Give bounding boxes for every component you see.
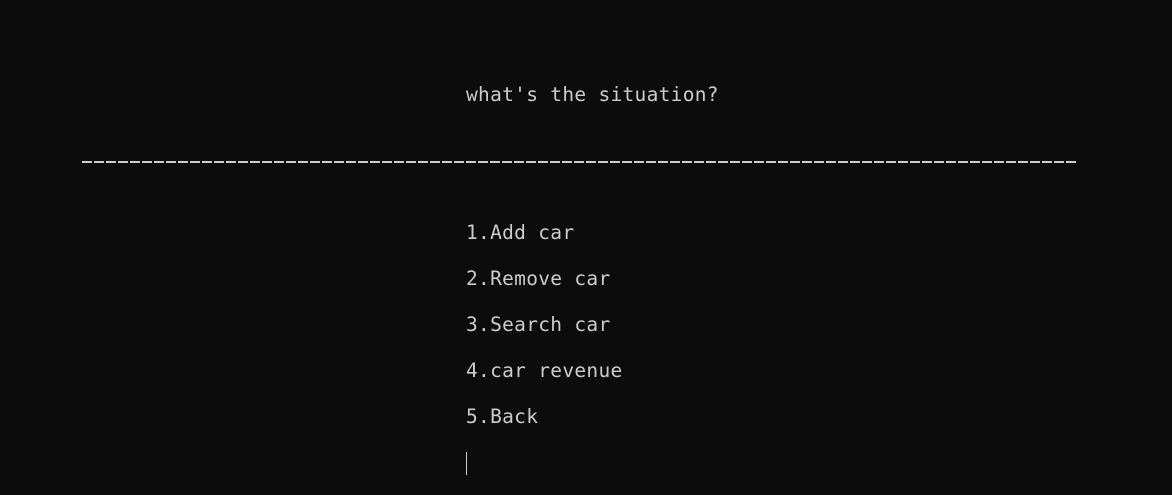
prompt-question: what's the situation? [466,83,719,106]
menu-item-add-car: 1.Add car [466,221,575,244]
menu-item-remove-car: 2.Remove car [466,267,611,290]
text-cursor[interactable] [466,452,467,475]
menu-item-car-revenue: 4.car revenue [466,359,623,382]
separator-dashes [82,161,1078,163]
terminal-window[interactable]: what's the situation? 1.Add car 2.Remove… [0,0,1172,495]
menu-item-back: 5.Back [466,405,539,428]
menu-item-search-car: 3.Search car [466,313,611,336]
separator-line [82,148,1078,172]
menu-list: 1.Add car 2.Remove car 3.Search car 4.ca… [466,221,623,451]
